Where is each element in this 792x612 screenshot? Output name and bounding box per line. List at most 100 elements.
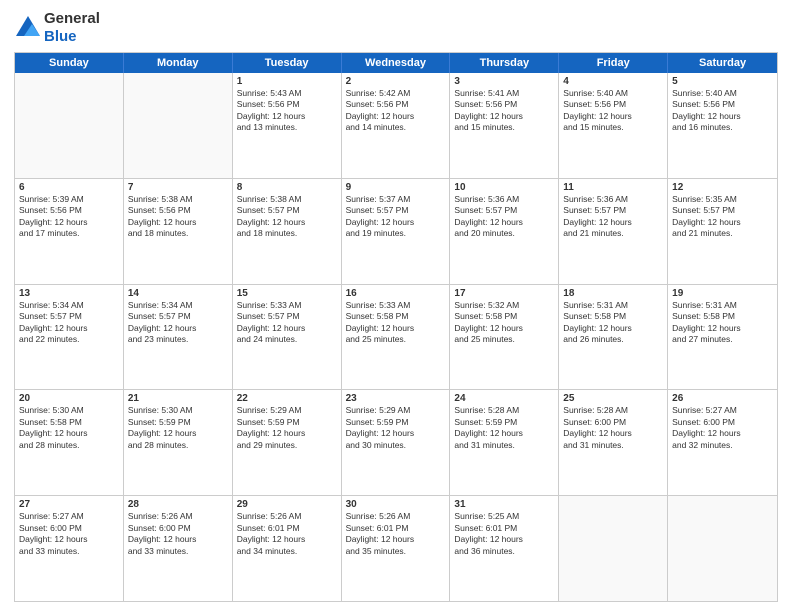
page: General Blue SundayMondayTuesdayWednesda… [0, 0, 792, 612]
cell-line: and 35 minutes. [346, 546, 446, 557]
cell-line: Sunset: 5:56 PM [237, 99, 337, 110]
cell-line: Sunset: 5:57 PM [672, 205, 773, 216]
day-number: 3 [454, 76, 554, 87]
cell-line: Daylight: 12 hours [346, 534, 446, 545]
cell-line: Sunrise: 5:43 AM [237, 88, 337, 99]
day-number: 21 [128, 393, 228, 404]
cell-line: Sunrise: 5:29 AM [237, 405, 337, 416]
calendar-cell-day-24: 24Sunrise: 5:28 AMSunset: 5:59 PMDayligh… [450, 390, 559, 495]
calendar-header: SundayMondayTuesdayWednesdayThursdayFrid… [15, 53, 777, 73]
calendar-cell-day-21: 21Sunrise: 5:30 AMSunset: 5:59 PMDayligh… [124, 390, 233, 495]
day-number: 5 [672, 76, 773, 87]
calendar-cell-day-13: 13Sunrise: 5:34 AMSunset: 5:57 PMDayligh… [15, 285, 124, 390]
cell-line: Sunset: 5:58 PM [672, 311, 773, 322]
cell-line: Sunrise: 5:42 AM [346, 88, 446, 99]
cell-line: Sunrise: 5:38 AM [237, 194, 337, 205]
calendar-row-1: 1Sunrise: 5:43 AMSunset: 5:56 PMDaylight… [15, 73, 777, 179]
cell-line: Daylight: 12 hours [563, 323, 663, 334]
cell-line: Daylight: 12 hours [672, 217, 773, 228]
cell-line: Daylight: 12 hours [237, 428, 337, 439]
cell-line: Daylight: 12 hours [19, 323, 119, 334]
day-number: 26 [672, 393, 773, 404]
calendar-cell-day-10: 10Sunrise: 5:36 AMSunset: 5:57 PMDayligh… [450, 179, 559, 284]
cell-line: Sunrise: 5:25 AM [454, 511, 554, 522]
cell-line: and 34 minutes. [237, 546, 337, 557]
cell-line: and 31 minutes. [454, 440, 554, 451]
day-number: 25 [563, 393, 663, 404]
cell-line: Daylight: 12 hours [563, 428, 663, 439]
cell-line: Sunrise: 5:31 AM [563, 300, 663, 311]
cell-line: Daylight: 12 hours [346, 323, 446, 334]
cell-line: Sunrise: 5:39 AM [19, 194, 119, 205]
cell-line: Sunset: 5:56 PM [454, 99, 554, 110]
cell-line: and 28 minutes. [128, 440, 228, 451]
calendar-cell-day-7: 7Sunrise: 5:38 AMSunset: 5:56 PMDaylight… [124, 179, 233, 284]
calendar-cell-day-19: 19Sunrise: 5:31 AMSunset: 5:58 PMDayligh… [668, 285, 777, 390]
cell-line: Sunrise: 5:32 AM [454, 300, 554, 311]
cell-line: and 33 minutes. [128, 546, 228, 557]
cell-line: Sunset: 6:00 PM [128, 523, 228, 534]
cell-line: Sunrise: 5:38 AM [128, 194, 228, 205]
cell-line: Sunset: 5:56 PM [346, 99, 446, 110]
header: General Blue [14, 10, 778, 46]
day-number: 27 [19, 499, 119, 510]
calendar-body: 1Sunrise: 5:43 AMSunset: 5:56 PMDaylight… [15, 73, 777, 601]
cell-line: and 31 minutes. [563, 440, 663, 451]
calendar-cell-day-30: 30Sunrise: 5:26 AMSunset: 6:01 PMDayligh… [342, 496, 451, 601]
cell-line: Sunset: 6:01 PM [454, 523, 554, 534]
cell-line: Sunrise: 5:28 AM [563, 405, 663, 416]
day-number: 9 [346, 182, 446, 193]
cell-line: and 28 minutes. [19, 440, 119, 451]
cell-line: Daylight: 12 hours [19, 217, 119, 228]
day-number: 11 [563, 182, 663, 193]
calendar-cell-empty [559, 496, 668, 601]
cell-line: Daylight: 12 hours [128, 323, 228, 334]
cell-line: Sunset: 5:58 PM [563, 311, 663, 322]
logo-icon [14, 14, 42, 42]
cell-line: Sunset: 6:00 PM [19, 523, 119, 534]
cell-line: Sunrise: 5:26 AM [128, 511, 228, 522]
cell-line: Daylight: 12 hours [237, 534, 337, 545]
cell-line: Sunset: 5:59 PM [454, 417, 554, 428]
cell-line: Sunrise: 5:40 AM [563, 88, 663, 99]
header-day-friday: Friday [559, 53, 668, 73]
cell-line: Sunrise: 5:27 AM [19, 511, 119, 522]
logo: General Blue [14, 10, 100, 46]
cell-line: Daylight: 12 hours [672, 111, 773, 122]
cell-line: Daylight: 12 hours [346, 217, 446, 228]
cell-line: Sunrise: 5:26 AM [237, 511, 337, 522]
cell-line: Daylight: 12 hours [454, 217, 554, 228]
cell-line: Daylight: 12 hours [19, 428, 119, 439]
calendar-cell-day-25: 25Sunrise: 5:28 AMSunset: 6:00 PMDayligh… [559, 390, 668, 495]
calendar-cell-day-12: 12Sunrise: 5:35 AMSunset: 5:57 PMDayligh… [668, 179, 777, 284]
cell-line: Daylight: 12 hours [237, 323, 337, 334]
calendar-cell-empty [124, 73, 233, 178]
calendar-cell-day-14: 14Sunrise: 5:34 AMSunset: 5:57 PMDayligh… [124, 285, 233, 390]
calendar-cell-day-5: 5Sunrise: 5:40 AMSunset: 5:56 PMDaylight… [668, 73, 777, 178]
cell-line: and 17 minutes. [19, 228, 119, 239]
day-number: 16 [346, 288, 446, 299]
cell-line: Daylight: 12 hours [454, 323, 554, 334]
cell-line: Sunrise: 5:31 AM [672, 300, 773, 311]
cell-line: Daylight: 12 hours [563, 217, 663, 228]
cell-line: and 33 minutes. [19, 546, 119, 557]
cell-line: Daylight: 12 hours [563, 111, 663, 122]
cell-line: Sunset: 5:59 PM [346, 417, 446, 428]
day-number: 20 [19, 393, 119, 404]
cell-line: and 16 minutes. [672, 122, 773, 133]
logo-text: General Blue [44, 10, 100, 46]
cell-line: and 15 minutes. [563, 122, 663, 133]
cell-line: Sunrise: 5:26 AM [346, 511, 446, 522]
cell-line: Sunset: 6:01 PM [346, 523, 446, 534]
cell-line: Daylight: 12 hours [672, 323, 773, 334]
calendar-cell-day-11: 11Sunrise: 5:36 AMSunset: 5:57 PMDayligh… [559, 179, 668, 284]
day-number: 17 [454, 288, 554, 299]
cell-line: Sunset: 5:58 PM [454, 311, 554, 322]
day-number: 23 [346, 393, 446, 404]
cell-line: Sunset: 5:57 PM [563, 205, 663, 216]
cell-line: Daylight: 12 hours [19, 534, 119, 545]
cell-line: Daylight: 12 hours [346, 111, 446, 122]
calendar-cell-day-15: 15Sunrise: 5:33 AMSunset: 5:57 PMDayligh… [233, 285, 342, 390]
day-number: 28 [128, 499, 228, 510]
cell-line: Sunrise: 5:40 AM [672, 88, 773, 99]
